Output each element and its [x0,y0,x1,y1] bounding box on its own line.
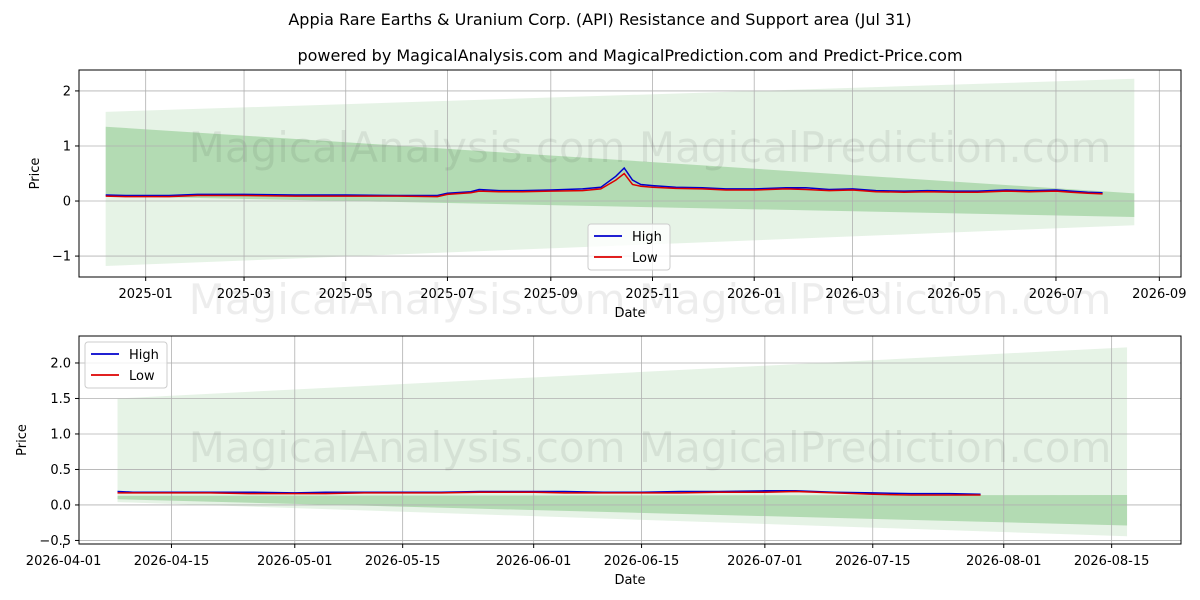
legend-label-low: Low [632,251,658,266]
x-tick-label: 2026-08-15 [1074,554,1150,569]
x-tick-label: 2026-05-01 [257,554,333,569]
y-axis-label: Price [15,424,30,456]
x-tick-label: 2026-05 [927,287,981,302]
x-axis-label: Date [614,573,645,588]
x-tick-label: 2026-04-01 [26,554,102,569]
y-tick-label: 0.5 [50,463,71,478]
chart-canvas: MagicalAnalysis.com MagicalPrediction.co… [15,69,1186,588]
x-tick-label: 2025-05 [319,287,373,302]
x-tick-label: 2025-11 [625,287,679,302]
y-tick-label: 2.0 [50,356,71,371]
x-tick-label: 2025-09 [524,287,578,302]
x-tick-label: 2025-01 [119,287,173,302]
x-tick-label: 2026-03 [825,287,879,302]
x-tick-label: 2026-01 [727,287,781,302]
y-axis-label: Price [28,158,43,190]
x-tick-label: 2026-07 [1029,287,1083,302]
x-tick-label: 2026-06-01 [496,554,572,569]
chart-panel-1: MagicalAnalysis.com MagicalPrediction.co… [28,69,1186,324]
y-tick-label: 1.0 [50,427,71,442]
legend-label-high: High [632,230,662,245]
x-tick-label: 2026-04-15 [134,554,210,569]
x-tick-label: 2025-03 [217,287,271,302]
legend-label-high: High [129,348,159,363]
watermark-text: MagicalAnalysis.com MagicalPrediction.co… [189,123,1112,172]
x-tick-label: 2026-05-15 [365,554,441,569]
support-resistance-band-2 [117,495,1128,526]
plot-area: MagicalAnalysis.com MagicalPrediction.co… [79,336,1181,544]
x-tick-label: 2026-06-15 [604,554,680,569]
x-axis-label: Date [614,306,645,321]
x-tick-label: 2026-09 [1132,287,1186,302]
y-tick-label: 1 [63,139,71,154]
legend: High Low [84,341,168,389]
y-tick-label: −1 [52,250,71,265]
watermark-text: MagicalAnalysis.com MagicalPrediction.co… [189,423,1112,472]
y-tick-label: −0.5 [39,534,71,549]
legend: High Low [587,223,671,271]
y-tick-label: 0.0 [50,498,71,513]
x-tick-label: 2026-07-01 [727,554,803,569]
y-tick-label: 2 [63,84,71,99]
chart-panel-2: MagicalAnalysis.com MagicalPrediction.co… [15,335,1182,588]
legend-label-low: Low [129,369,155,384]
y-tick-label: 0 [63,195,71,210]
x-tick-label: 2026-08-01 [966,554,1042,569]
y-tick-label: 1.5 [50,392,71,407]
x-tick-label: 2025-07 [420,287,474,302]
x-tick-label: 2026-07-15 [835,554,911,569]
